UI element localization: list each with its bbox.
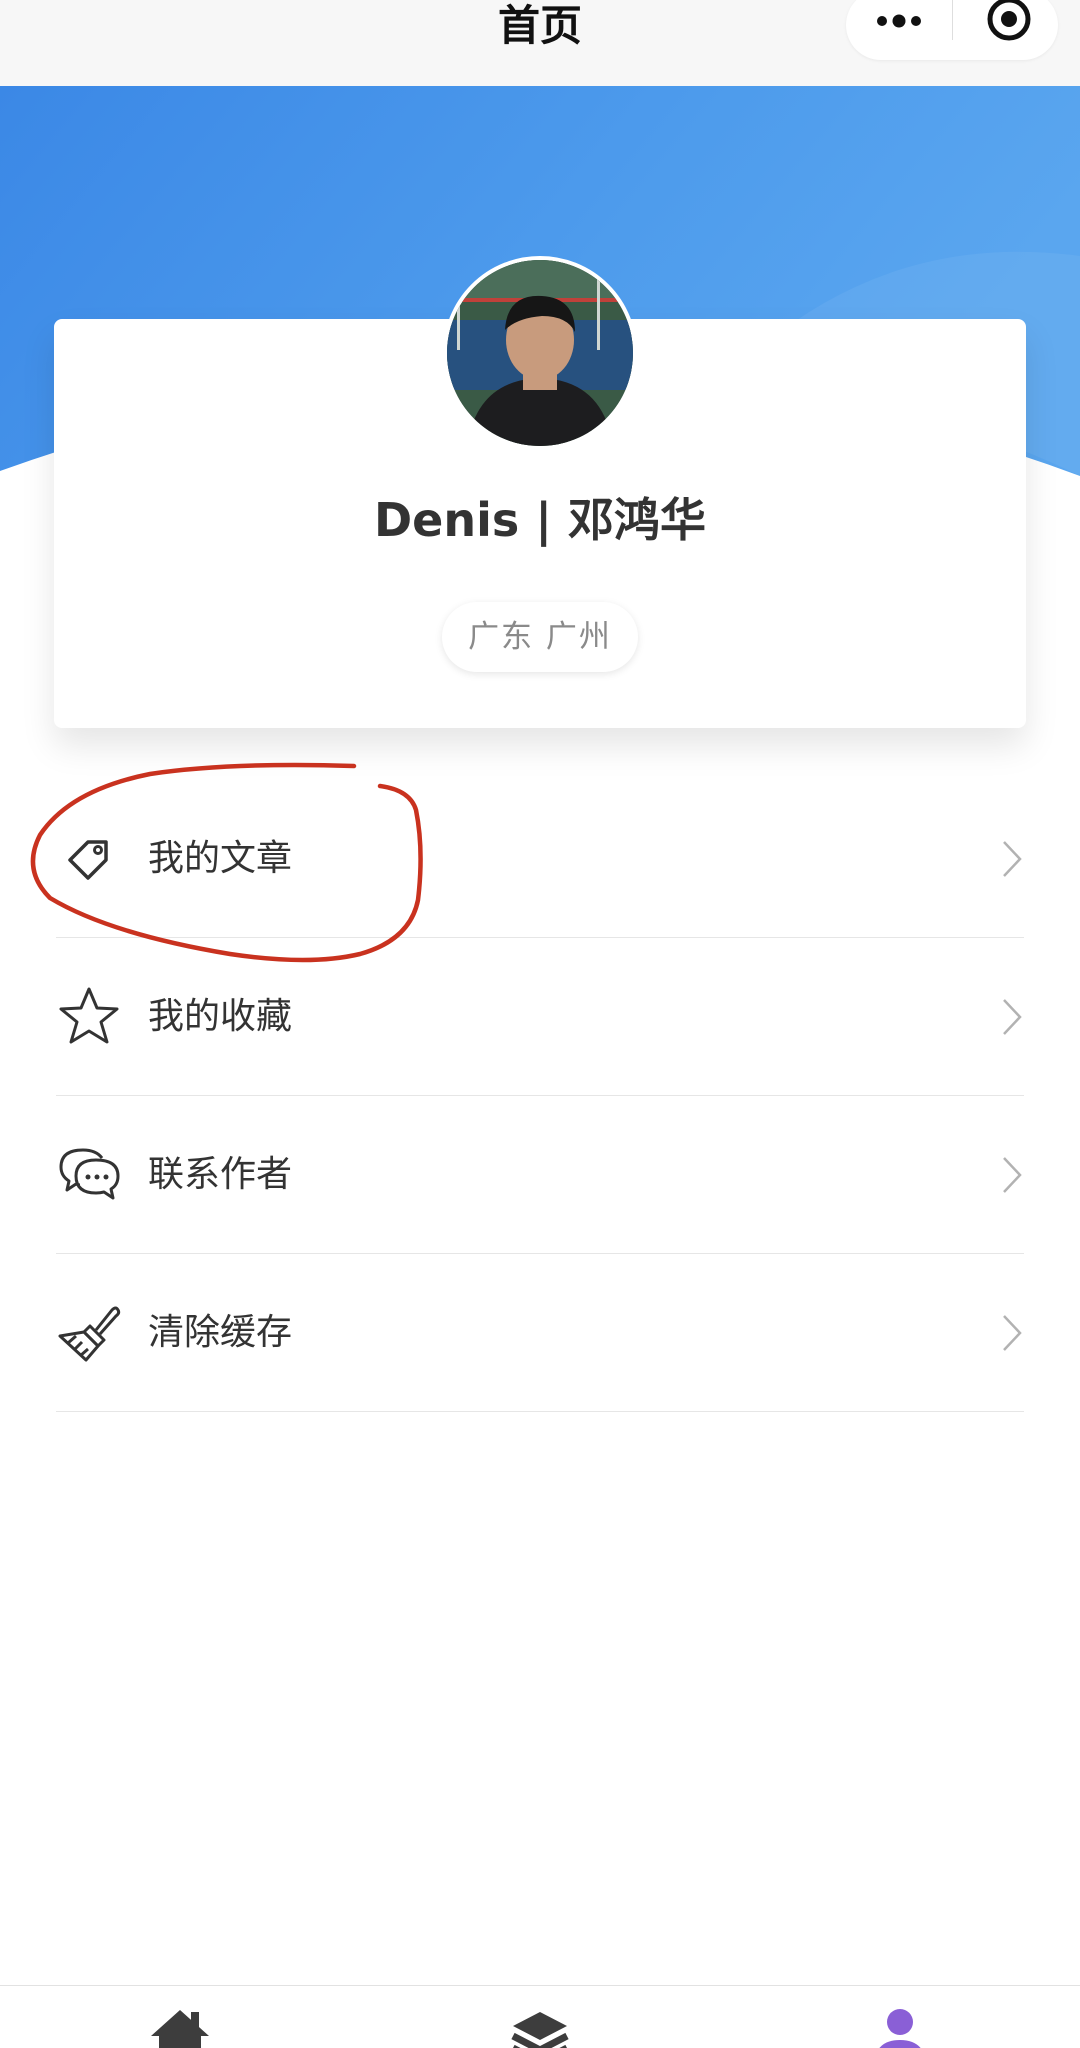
menu-item-label: 我的收藏 [148,996,293,1037]
brush-icon [58,1306,121,1362]
tag-icon [68,840,108,880]
close-mini-program-icon[interactable] [984,0,1034,44]
menu-item-contact-author[interactable]: 联系作者 [56,1096,1024,1254]
chevron-right-icon [1003,841,1022,877]
menu-item-label: 我的文章 [148,838,293,879]
profile-name: Denis | 邓鸿华 [373,493,707,547]
more-icon[interactable] [874,6,924,36]
star-icon [59,987,119,1044]
location-badge: 广东 广州 [442,602,638,672]
menu-item-clear-cache[interactable]: 清除缓存 [56,1254,1024,1412]
mini-program-capsule [846,0,1058,60]
user-icon[interactable] [865,2006,935,2048]
tab-bar [0,1985,1080,2048]
menu-item-label: 联系作者 [148,1154,293,1195]
menu-item-label: 清除缓存 [148,1312,293,1353]
chat-icon [59,1148,120,1200]
avatar[interactable] [443,256,637,450]
chevron-right-icon [1003,999,1022,1035]
layers-icon[interactable] [505,2006,575,2048]
home-icon[interactable] [145,2006,215,2048]
menu-item-my-favorites[interactable]: 我的收藏 [56,938,1024,1096]
chevron-right-icon [1003,1315,1022,1351]
menu-list: 我的文章 我的收藏 联系作者 清除缓存 [0,780,1080,1412]
menu-item-my-articles[interactable]: 我的文章 [56,780,1024,938]
capsule-divider [952,0,953,40]
navigation-bar: 首页 [0,0,1080,86]
profile-page: 首页 Denis | 邓鸿华 广东 广州 我的文章 我的收藏 联系作者 清除缓存 [0,0,1080,2048]
chevron-right-icon [1003,1157,1022,1193]
